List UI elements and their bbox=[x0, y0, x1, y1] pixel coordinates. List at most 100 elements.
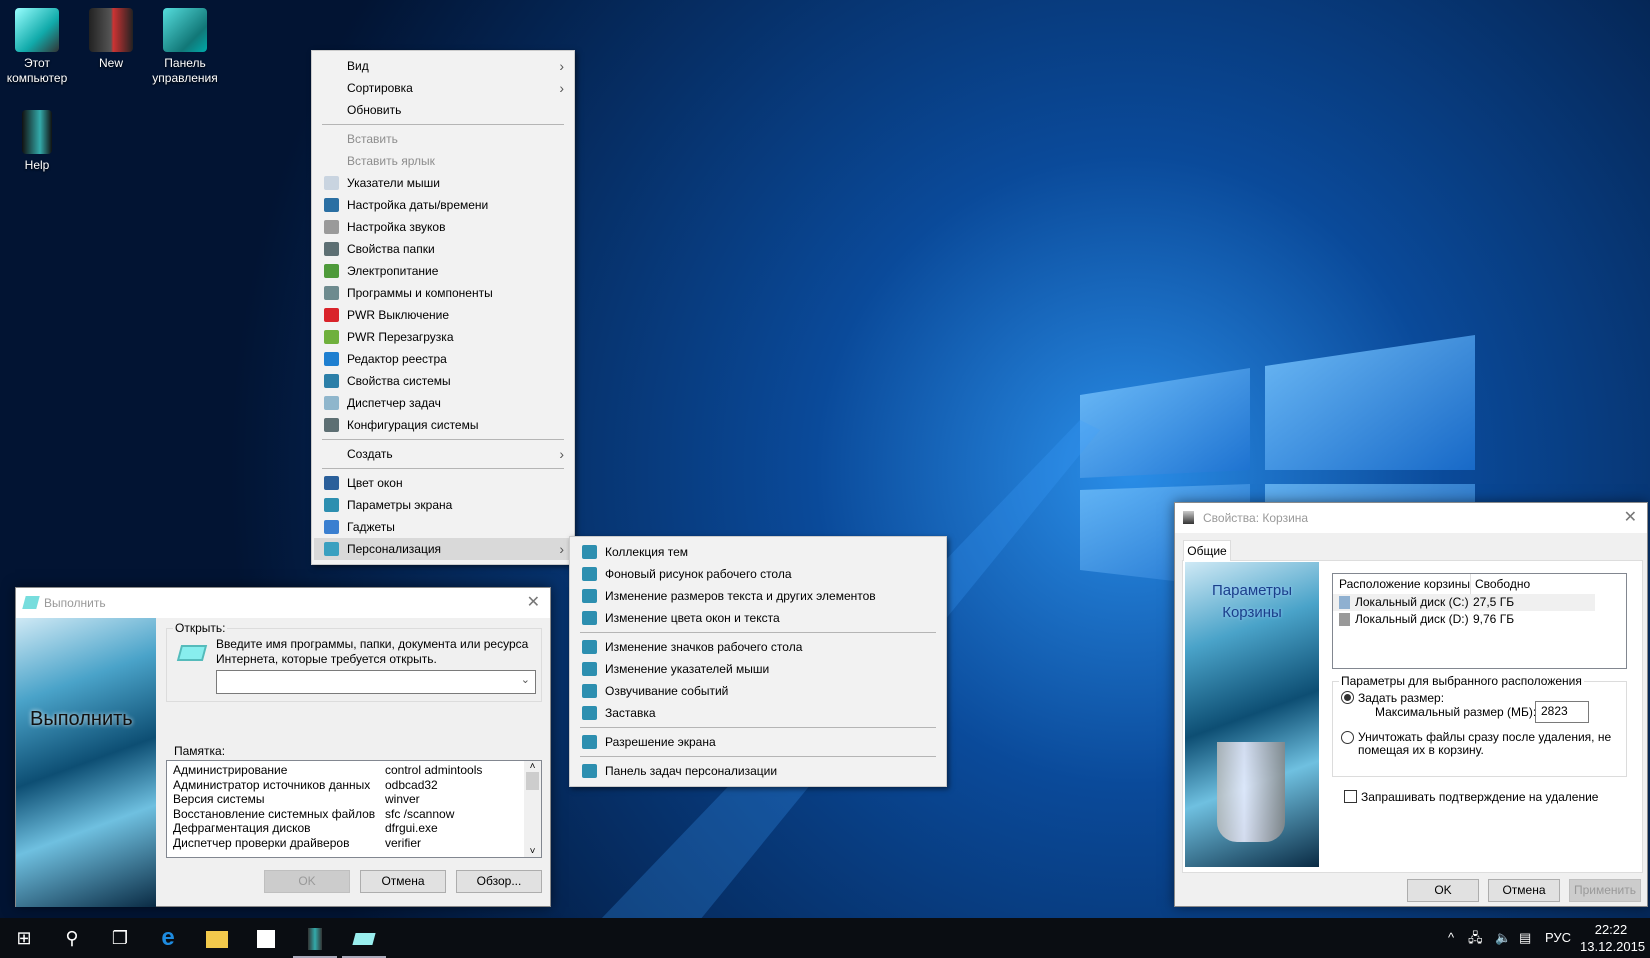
run-icon bbox=[176, 645, 208, 661]
apply-button[interactable]: Применить bbox=[1569, 879, 1641, 902]
menu-item-item[interactable]: Разрешение экрана bbox=[572, 731, 944, 753]
recycle-bin-taskbar-button[interactable] bbox=[291, 918, 339, 958]
menu-item-task-manager[interactable]: Диспетчер задач bbox=[314, 392, 572, 414]
selected-location-settings: Параметры для выбранного расположения За… bbox=[1332, 674, 1627, 777]
menu-item-item[interactable]: Изменение значков рабочего стола bbox=[572, 636, 944, 658]
menu-item-item[interactable]: Озвучивание событий bbox=[572, 680, 944, 702]
menu-item-personalization[interactable]: Персонализация › bbox=[314, 538, 572, 560]
programs-icon bbox=[324, 286, 339, 300]
memo-row[interactable]: Восстановление системных файлов sfc /scan… bbox=[173, 807, 535, 822]
menu-item-item[interactable]: Панель задач персонализации bbox=[572, 760, 944, 782]
max-size-input[interactable]: 2823 bbox=[1535, 701, 1589, 723]
custom-size-radio[interactable] bbox=[1341, 691, 1354, 704]
menu-item-programs[interactable]: Программы и компоненты bbox=[314, 282, 572, 304]
close-button[interactable]: ✕ bbox=[527, 588, 540, 618]
menu-item-item[interactable]: Изменение указателей мыши bbox=[572, 658, 944, 680]
ok-button[interactable]: OK bbox=[1407, 879, 1479, 902]
menu-item-item[interactable]: Фоновый рисунок рабочего стола bbox=[572, 563, 944, 585]
scrollbar[interactable]: ˄ ˅ bbox=[524, 761, 541, 857]
show-hidden-icons-button[interactable]: ^ bbox=[1448, 918, 1454, 958]
window-color-icon bbox=[324, 476, 339, 490]
task-view-button[interactable]: ❐ bbox=[96, 918, 144, 958]
recycle-bin-properties-dialog: Свойства: Корзина ✕ Общие Параметры Корзи… bbox=[1174, 502, 1648, 907]
memo-row[interactable]: Администрирование control admintools bbox=[173, 763, 535, 778]
folder-options-icon bbox=[324, 242, 339, 256]
location-row[interactable]: Локальный диск (C:) 27,5 ГБ bbox=[1333, 594, 1595, 611]
file-explorer-button[interactable] bbox=[193, 918, 241, 958]
menu-item-item[interactable]: Заставка bbox=[572, 702, 944, 724]
store-button[interactable] bbox=[242, 918, 290, 958]
search-button[interactable]: ⚲ bbox=[48, 918, 96, 958]
menu-item-item[interactable]: Изменение цвета окон и текста bbox=[572, 607, 944, 629]
menu-item-display-settings[interactable]: Параметры экрана bbox=[314, 494, 572, 516]
menu-item-item[interactable]: Изменение размеров текста и других элеме… bbox=[572, 585, 944, 607]
recycle-bin-icon bbox=[1217, 742, 1285, 842]
menu-item-window-color[interactable]: Цвет окон bbox=[314, 472, 572, 494]
memo-row[interactable]: Версия системы winver bbox=[173, 792, 535, 807]
menu-separator bbox=[572, 629, 944, 636]
run-taskbar-button[interactable] bbox=[340, 918, 388, 958]
chevron-down-icon[interactable]: ⌄ bbox=[521, 673, 530, 686]
desktop-icon-help[interactable]: Help bbox=[0, 110, 74, 173]
memo-row[interactable]: Дефрагментация дисков dfrgui.exe bbox=[173, 821, 535, 836]
run-dialog-titlebar[interactable]: Выполнить ✕ bbox=[16, 588, 550, 618]
menu-item-gadgets[interactable]: Гаджеты bbox=[314, 516, 572, 538]
cancel-button[interactable]: Отмена bbox=[1488, 879, 1560, 902]
edge-button[interactable]: e bbox=[144, 918, 192, 958]
menu-item-speaker[interactable]: Настройка звуков bbox=[314, 216, 572, 238]
close-button[interactable]: ✕ bbox=[1624, 503, 1637, 533]
chevron-right-icon: › bbox=[559, 80, 564, 96]
confirm-delete-checkbox[interactable] bbox=[1344, 790, 1357, 803]
browse-button[interactable]: Обзор... bbox=[456, 870, 542, 893]
open-combobox[interactable]: ⌄ bbox=[216, 670, 536, 694]
start-button[interactable]: ⊞ bbox=[0, 918, 48, 958]
column-header-free[interactable]: Свободно bbox=[1471, 574, 1530, 594]
system-properties-icon bbox=[324, 374, 339, 388]
menu-item-folder-options[interactable]: Свойства папки bbox=[314, 238, 572, 260]
language-indicator[interactable]: РУС bbox=[1545, 918, 1571, 958]
volume-icon[interactable]: 🔈 bbox=[1495, 918, 1511, 958]
menu-item-system-properties[interactable]: Свойства системы bbox=[314, 370, 572, 392]
menu-item-cursor[interactable]: Указатели мыши bbox=[314, 172, 572, 194]
run-icon bbox=[352, 933, 376, 946]
ok-button[interactable]: OK bbox=[264, 870, 350, 893]
menu-item-power-plug[interactable]: Электропитание bbox=[314, 260, 572, 282]
desktop-icon-control-panel[interactable]: Панель управления bbox=[148, 8, 222, 86]
memo-list: Администрирование control admintools Админ… bbox=[166, 760, 542, 858]
menu-item-item[interactable]: Создать › bbox=[314, 443, 572, 465]
recycle-bin-icon bbox=[1183, 511, 1194, 524]
menu-item-item[interactable]: Вид › bbox=[314, 55, 572, 77]
settings-icon bbox=[582, 640, 597, 654]
menu-item-item[interactable]: Вставить bbox=[314, 128, 572, 150]
cancel-button[interactable]: Отмена bbox=[360, 870, 446, 893]
network-warning-icon[interactable]: 🖧 bbox=[1468, 918, 1483, 958]
run-dialog: Выполнить ✕ Выполнить Открыть: Введите им… bbox=[15, 587, 551, 907]
list-header: Расположение корзины Свободно bbox=[1333, 574, 1626, 594]
desktop-icon-new[interactable]: New bbox=[74, 8, 148, 71]
delete-immediately-radio[interactable] bbox=[1341, 731, 1354, 744]
menu-item-shutdown[interactable]: PWR Выключение bbox=[314, 304, 572, 326]
menu-item-datetime[interactable]: Настройка даты/времени bbox=[314, 194, 572, 216]
menu-item-restart[interactable]: PWR Перезагрузка bbox=[314, 326, 572, 348]
memo-row[interactable]: Диспетчер проверки драйверов verifier bbox=[173, 836, 535, 851]
column-header-location[interactable]: Расположение корзины bbox=[1339, 574, 1471, 594]
run-icon bbox=[22, 596, 40, 609]
menu-item-item[interactable]: Коллекция тем bbox=[572, 541, 944, 563]
menu-separator bbox=[314, 121, 572, 128]
desktop-icon-this-pc[interactable]: Этот компьютер bbox=[0, 8, 74, 86]
menu-item-item[interactable]: Вставить ярлык bbox=[314, 150, 572, 172]
menu-item-registry[interactable]: Редактор реестра bbox=[314, 348, 572, 370]
tab-general[interactable]: Общие bbox=[1183, 540, 1231, 561]
action-center-icon[interactable]: ▤ bbox=[1519, 918, 1531, 958]
menu-item-item[interactable]: Сортировка › bbox=[314, 77, 572, 99]
location-row[interactable]: Локальный диск (D:) 9,76 ГБ bbox=[1333, 611, 1595, 628]
memo-row[interactable]: Администратор источников данных odbcad32 bbox=[173, 778, 535, 793]
personalization-submenu: Коллекция тем Фоновый рисунок рабочего ст… bbox=[569, 536, 947, 787]
settings-icon bbox=[582, 589, 597, 603]
recycle-dialog-titlebar[interactable]: Свойства: Корзина ✕ bbox=[1175, 503, 1647, 533]
shutdown-icon bbox=[324, 308, 339, 322]
settings-icon bbox=[582, 684, 597, 698]
clock[interactable]: 22:22 13.12.2015 bbox=[1580, 918, 1645, 958]
menu-item-item[interactable]: Обновить bbox=[314, 99, 572, 121]
menu-item-msconfig[interactable]: Конфигурация системы bbox=[314, 414, 572, 436]
